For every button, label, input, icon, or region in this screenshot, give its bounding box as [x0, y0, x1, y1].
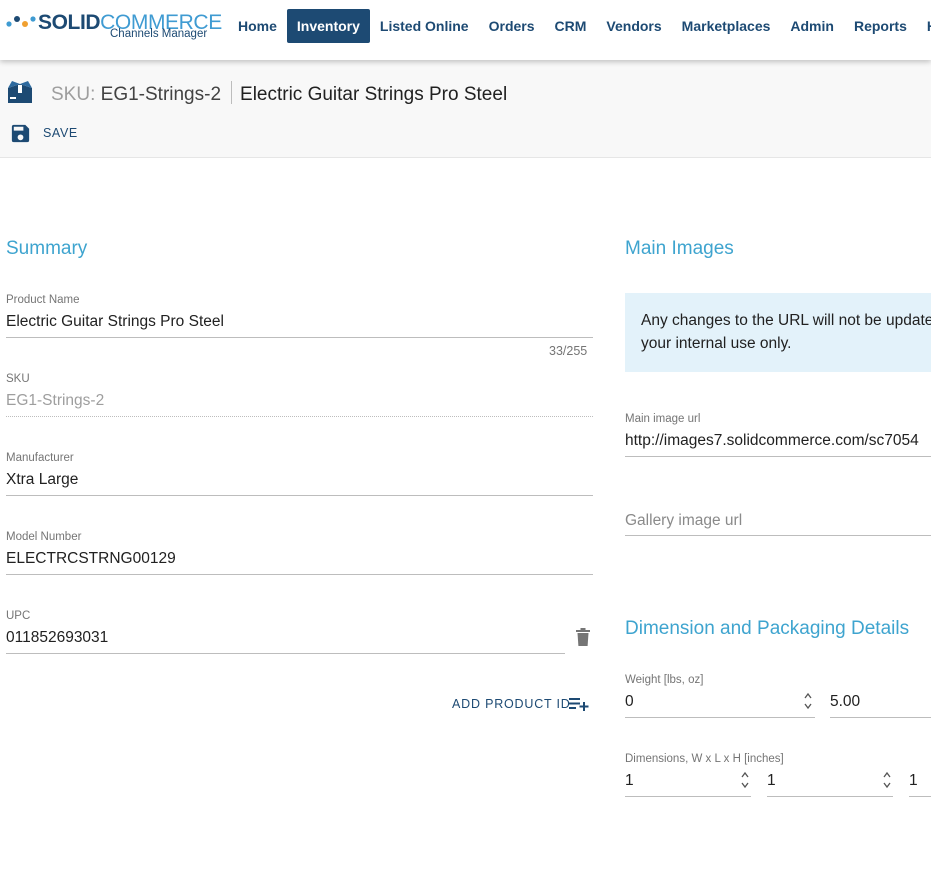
model-number-underline: [6, 574, 593, 575]
weight-label: Weight [lbs, oz]: [625, 674, 704, 686]
dimension-width-input[interactable]: 1: [625, 770, 751, 792]
package-icon: [8, 81, 32, 103]
dimensions-title: Dimension and Packaging Details: [625, 618, 910, 639]
product-name-char-counter: 33/255: [549, 344, 588, 358]
main-image-url-underline: [625, 456, 931, 457]
upc-label: UPC: [6, 610, 31, 622]
save-button[interactable]: SAVE: [43, 126, 78, 140]
main-images-title: Main Images: [625, 238, 734, 259]
manufacturer-input[interactable]: Xtra Large: [6, 469, 593, 491]
weight-lbs-spinner-icon[interactable]: [803, 691, 813, 711]
main-image-url-label: Main image url: [625, 413, 701, 425]
weight-oz-label-spacer: [830, 673, 931, 687]
main-nav: Home Inventory Listed Online Orders CRM …: [228, 9, 931, 43]
nav-orders[interactable]: Orders: [479, 9, 545, 43]
summary-title: Summary: [6, 238, 88, 259]
manufacturer-underline: [6, 495, 593, 496]
dimension-length-underline: [767, 796, 893, 797]
product-name-input[interactable]: Electric Guitar Strings Pro Steel: [6, 311, 593, 333]
logo-subtitle: Channels Manager: [110, 28, 208, 40]
sku-value: EG1-Strings-2: [100, 84, 222, 105]
playlist-add-icon[interactable]: [569, 696, 589, 712]
url-notice-box: Any changes to the URL will not be updat…: [625, 293, 931, 372]
dimension-height-field[interactable]: 1: [909, 752, 931, 797]
save-icon[interactable]: [9, 122, 32, 145]
weight-lbs-underline: [625, 717, 815, 718]
model-number-field[interactable]: Model Number ELECTRCSTRNG00129: [6, 530, 593, 575]
dimension-width-field[interactable]: Dimensions, W x L x H [inches] 1: [625, 752, 784, 797]
weight-lbs-field[interactable]: Weight [lbs, oz] 0: [625, 673, 815, 718]
nav-listed-online[interactable]: Listed Online: [370, 9, 479, 43]
gallery-image-url-field[interactable]: Gallery image url: [625, 510, 931, 536]
product-name-underline: [6, 337, 593, 338]
solid-commerce-logo[interactable]: SOLIDCOMMERCE Channels Manager: [6, 11, 222, 42]
main-image-url-field[interactable]: Main image url http://images7.solidcomme…: [625, 412, 931, 457]
model-number-label: Model Number: [6, 531, 82, 543]
logo-brand-bold: SOLID: [38, 11, 101, 34]
product-name-label: Product Name: [6, 294, 80, 306]
gallery-image-url-underline: [625, 535, 931, 536]
dimension-height-underline: [909, 796, 931, 797]
sku-underline: [6, 416, 593, 417]
delete-upc-icon[interactable]: [575, 628, 591, 646]
manufacturer-label: Manufacturer: [6, 452, 74, 464]
main-image-url-input[interactable]: http://images7.solidcommerce.com/sc7054: [625, 430, 931, 452]
dimension-length-input[interactable]: 1: [767, 770, 893, 792]
manufacturer-field[interactable]: Manufacturer Xtra Large: [6, 451, 593, 496]
weight-oz-input[interactable]: 5.00: [830, 691, 931, 713]
add-product-id-button[interactable]: ADD PRODUCT ID: [452, 697, 571, 711]
sku-field: SKU EG1-Strings-2: [6, 372, 593, 417]
weight-lbs-input[interactable]: 0: [625, 691, 815, 713]
nav-marketplaces[interactable]: Marketplaces: [672, 9, 781, 43]
sku-field-label: SKU: [6, 373, 30, 385]
url-notice-text: Any changes to the URL will not be updat…: [641, 309, 931, 355]
dimension-length-spinner-icon[interactable]: [882, 770, 892, 790]
nav-admin[interactable]: Admin: [780, 9, 844, 43]
url-notice-line-1: Any changes to the URL will not be updat…: [641, 312, 931, 329]
nav-reports[interactable]: Reports: [844, 9, 917, 43]
weight-oz-underline: [830, 717, 931, 718]
nav-inventory[interactable]: Inventory: [286, 9, 370, 43]
model-number-input[interactable]: ELECTRCSTRNG00129: [6, 548, 593, 570]
nav-crm[interactable]: CRM: [545, 9, 597, 43]
nav-home[interactable]: Home: [228, 9, 287, 43]
nav-help[interactable]: Help: [917, 9, 931, 43]
dimension-length-label-spacer: [767, 752, 893, 766]
top-navbar: SOLIDCOMMERCE Channels Manager Home Inve…: [0, 0, 931, 60]
dimension-width-spinner-icon[interactable]: [740, 770, 750, 790]
product-title: Electric Guitar Strings Pro Steel: [240, 84, 508, 105]
dimensions-label: Dimensions, W x L x H [inches]: [625, 753, 784, 765]
logo-dots-icon: [6, 16, 36, 27]
nav-vendors[interactable]: Vendors: [596, 9, 671, 43]
upc-underline: [6, 653, 565, 654]
dimension-width-underline: [625, 796, 751, 797]
upc-input[interactable]: 011852693031: [6, 627, 565, 649]
url-notice-line-2: your internal use only.: [641, 335, 792, 352]
weight-oz-field[interactable]: 5.00: [830, 673, 931, 718]
sku-input: EG1-Strings-2: [6, 392, 105, 409]
dimension-height-label-spacer: [909, 752, 931, 766]
dimension-length-field[interactable]: 1: [767, 752, 893, 797]
sku-label: SKU:: [51, 84, 96, 105]
title-divider: [231, 81, 233, 104]
product-name-field[interactable]: Product Name Electric Guitar Strings Pro…: [6, 293, 593, 338]
upc-field[interactable]: UPC 011852693031: [6, 609, 565, 654]
page-title: SKU: EG1-Strings-2 Electric Guitar String…: [51, 81, 507, 107]
dimension-height-input[interactable]: 1: [909, 770, 931, 792]
product-header: SKU: EG1-Strings-2 Electric Guitar String…: [0, 60, 931, 158]
gallery-image-url-input[interactable]: Gallery image url: [625, 510, 931, 532]
